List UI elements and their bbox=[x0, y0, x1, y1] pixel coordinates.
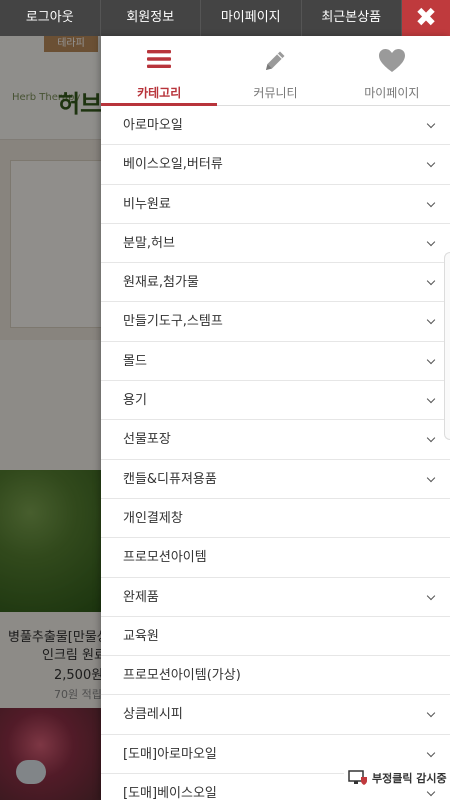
menu-item[interactable]: 베이스오일,버터류 bbox=[101, 145, 450, 185]
chevron-down-icon[interactable] bbox=[426, 159, 436, 168]
chevron-down-icon[interactable] bbox=[426, 276, 436, 286]
menu-drawer: 카테고리 커뮤니티 마이페이지 아로마오일 베이스오일,버터류 비누원료 분말,… bbox=[101, 36, 450, 800]
menu-item[interactable]: 아로마오일 bbox=[101, 106, 450, 146]
category-menu: 아로마오일 베이스오일,버터류 비누원료 분말,허브 원재료,첨가물 만들기도구… bbox=[101, 106, 450, 800]
menu-item-label: 용기 bbox=[123, 393, 147, 409]
menu-item-label: 완제품 bbox=[123, 589, 159, 605]
chevron-down-icon[interactable] bbox=[426, 355, 436, 365]
logout-button[interactable]: 로그아웃 bbox=[0, 0, 101, 36]
fraud-click-monitor-text: 부정클릭 감시중 bbox=[372, 772, 447, 785]
menu-item-label: 개인결제창 bbox=[123, 510, 183, 526]
chevron-down-icon[interactable] bbox=[426, 434, 436, 443]
menu-item[interactable]: 완제품 bbox=[101, 578, 450, 617]
menu-item[interactable]: 원재료,첨가물 bbox=[101, 263, 450, 303]
fraud-click-monitor-badge: 부정클릭 감시중 bbox=[344, 766, 450, 790]
menu-item-label: 교육원 bbox=[123, 628, 159, 644]
pencil-icon bbox=[217, 48, 333, 78]
menu-item[interactable]: 분말,허브 bbox=[101, 224, 450, 264]
monitor-shield-icon bbox=[348, 770, 368, 786]
menu-item-label: 상큼레시피 bbox=[123, 707, 183, 723]
heart-icon bbox=[334, 48, 450, 78]
menu-item[interactable]: 개인결제창 bbox=[101, 499, 450, 539]
menu-item-label: 캔들&디퓨져용품 bbox=[123, 471, 217, 487]
chevron-down-icon[interactable] bbox=[426, 473, 436, 482]
chevron-down-icon[interactable] bbox=[426, 198, 436, 207]
tab-mypage-label: 마이페이지 bbox=[364, 86, 420, 100]
tab-category[interactable]: 카테고리 bbox=[101, 36, 217, 106]
close-icon[interactable]: ✖ bbox=[402, 0, 450, 36]
tab-community[interactable]: 커뮤니티 bbox=[217, 36, 333, 106]
top-nav-bar: 로그아웃 회원정보 마이페이지 최근본상품 ✖ bbox=[0, 0, 450, 36]
mypage-button[interactable]: 마이페이지 bbox=[201, 0, 302, 36]
menu-item-label: 프로모션아이템 bbox=[123, 550, 207, 566]
menu-item-label: [도매]베이스오일 bbox=[123, 786, 217, 800]
chevron-down-icon[interactable] bbox=[426, 237, 436, 247]
chevron-down-icon[interactable] bbox=[426, 748, 436, 757]
menu-item[interactable]: 상큼레시피 bbox=[101, 695, 450, 735]
menu-item[interactable]: 교육원 bbox=[101, 617, 450, 657]
member-info-button[interactable]: 회원정보 bbox=[101, 0, 201, 36]
hamburger-icon bbox=[101, 48, 217, 78]
menu-item[interactable]: 선물포장 bbox=[101, 420, 450, 460]
menu-item-label: 원재료,첨가물 bbox=[123, 275, 199, 291]
tab-category-label: 카테고리 bbox=[137, 86, 182, 100]
menu-item[interactable]: 몰드 bbox=[101, 342, 450, 382]
menu-item[interactable]: 프로모션아이템 bbox=[101, 538, 450, 578]
menu-item-label: 베이스오일,버터류 bbox=[123, 157, 223, 173]
menu-item-label: 분말,허브 bbox=[123, 235, 175, 251]
tab-mypage[interactable]: 마이페이지 bbox=[334, 36, 450, 106]
menu-item-label: 선물포장 bbox=[123, 432, 171, 448]
menu-item[interactable]: 만들기도구,스템프 bbox=[101, 302, 450, 342]
menu-item-label: 비누원료 bbox=[123, 196, 171, 212]
chevron-down-icon[interactable] bbox=[426, 316, 436, 325]
menu-item[interactable]: 용기 bbox=[101, 381, 450, 421]
menu-item-label: 아로마오일 bbox=[123, 118, 183, 133]
menu-item-label: [도매]아로마오일 bbox=[123, 746, 217, 762]
chevron-down-icon[interactable] bbox=[426, 119, 436, 129]
menu-item[interactable]: 캔들&디퓨져용품 bbox=[101, 460, 450, 499]
menu-item-label: 프로모션아이템(가상) bbox=[123, 668, 241, 684]
drawer-tabs: 카테고리 커뮤니티 마이페이지 bbox=[101, 36, 450, 106]
menu-item-label: 몰드 bbox=[123, 353, 147, 369]
menu-item[interactable]: 프로모션아이템(가상) bbox=[101, 656, 450, 696]
chevron-down-icon[interactable] bbox=[426, 709, 436, 718]
chevron-down-icon[interactable] bbox=[426, 591, 436, 600]
tab-community-label: 커뮤니티 bbox=[253, 86, 298, 100]
scroll-handle[interactable] bbox=[444, 252, 450, 440]
recent-products-button[interactable]: 최근본상품 bbox=[302, 0, 402, 36]
menu-item-label: 만들기도구,스템프 bbox=[123, 314, 223, 330]
chevron-down-icon[interactable] bbox=[426, 394, 436, 404]
menu-item[interactable]: 비누원료 bbox=[101, 185, 450, 224]
